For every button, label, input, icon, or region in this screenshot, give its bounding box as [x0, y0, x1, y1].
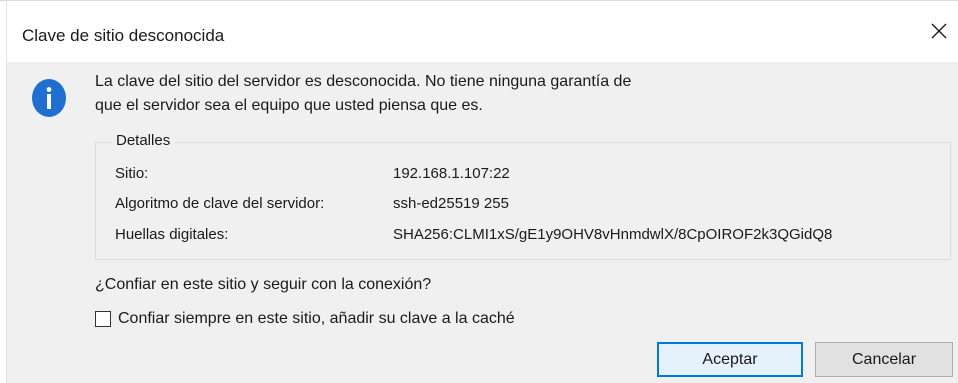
window-title: Clave de sitio desconocida — [22, 26, 225, 45]
details-legend: Detalles — [112, 132, 175, 149]
message-line-2: que el servidor sea el equipo que usted … — [95, 97, 483, 114]
site-value: 192.168.1.107:22 — [393, 165, 510, 182]
window-left-border — [6, 0, 7, 383]
message-line-1: La clave del sitio del servidor es desco… — [95, 73, 632, 90]
always-trust-label[interactable]: Confiar siempre en este sitio, añadir su… — [118, 310, 515, 328]
fingerprint-label: Huellas digitales: — [115, 226, 229, 243]
site-label: Sitio: — [115, 165, 149, 182]
accept-button[interactable]: Aceptar — [657, 342, 803, 377]
close-icon — [931, 23, 947, 39]
title-bar: Clave de sitio desconocida — [0, 0, 958, 62]
key-algorithm-label: Algoritmo de clave del servidor: — [115, 195, 325, 212]
cancel-button[interactable]: Cancelar — [815, 342, 953, 377]
window-top-border — [0, 0, 958, 6]
close-button[interactable] — [920, 12, 958, 50]
fingerprint-value: SHA256:CLMI1xS/gE1y9OHV8vHnmdwlX/8CpOIRO… — [393, 226, 833, 243]
unknown-site-key-dialog: Clave de sitio desconocida La clave del … — [0, 0, 958, 383]
always-trust-checkbox-row[interactable]: Confiar siempre en este sitio, añadir su… — [95, 310, 515, 328]
trust-question: ¿Confiar en este sitio y seguir con la c… — [95, 276, 432, 293]
warning-message: La clave del sitio del servidor es desco… — [95, 70, 631, 118]
always-trust-checkbox[interactable] — [95, 311, 111, 327]
info-icon — [32, 79, 66, 117]
key-algorithm-value: ssh-ed25519 255 — [393, 195, 509, 212]
